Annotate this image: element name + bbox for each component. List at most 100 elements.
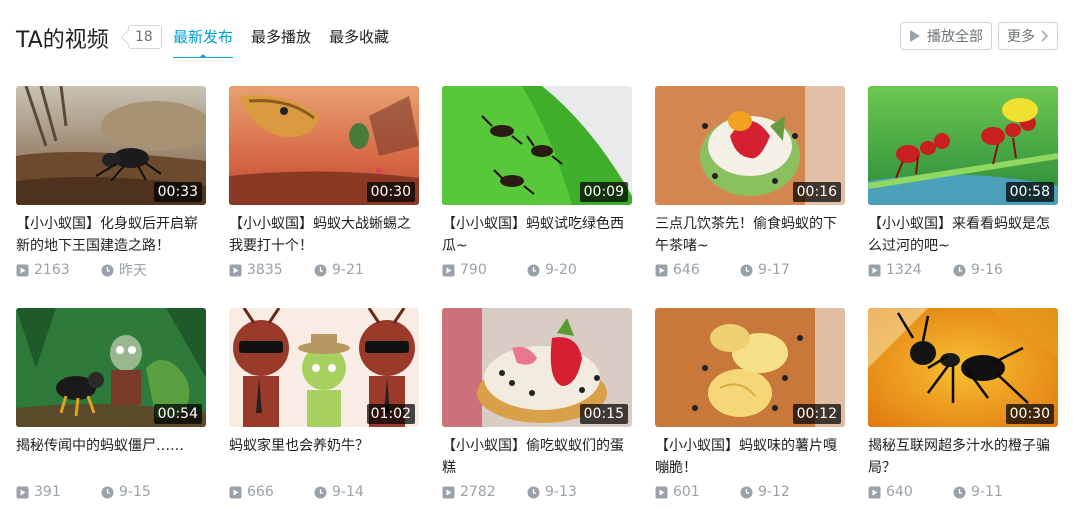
- publish-date: 9-15: [101, 484, 151, 500]
- play-count-value: 601: [673, 484, 700, 500]
- play-count-icon: [655, 264, 668, 276]
- tab-most-played[interactable]: 最多播放: [251, 26, 311, 58]
- publish-date: 9-16: [953, 262, 1003, 278]
- video-card[interactable]: 00:16 三点几饮茶先！偷食蚂蚁的下午茶啫~ 646 9-17: [655, 86, 845, 279]
- more-button[interactable]: 更多: [998, 22, 1058, 50]
- more-label: 更多: [1007, 29, 1035, 45]
- publish-date-value: 9-15: [119, 484, 151, 500]
- duration-badge: 00:33: [153, 182, 202, 202]
- video-thumbnail[interactable]: 00:58: [868, 86, 1058, 205]
- publish-date-value: 9-12: [758, 484, 790, 500]
- video-title[interactable]: 【小小蚁国】化身蚁后开启崭新的地下王国建造之路！: [16, 213, 206, 257]
- play-count-value: 1324: [886, 262, 922, 278]
- play-count-value: 2782: [460, 484, 496, 500]
- video-section-header: TA的视频 18 最新发布 最多播放 最多收藏 播放全部 更多: [16, 18, 1058, 58]
- video-title[interactable]: 【小小蚁国】蚂蚁味的薯片嘎嘣脆！: [655, 435, 845, 479]
- publish-date-value: 9-13: [545, 484, 577, 500]
- play-count-value: 3835: [247, 262, 283, 278]
- video-meta: 646 9-17: [655, 261, 845, 279]
- video-card[interactable]: 00:30 【小小蚁国】蚂蚁大战蜥蜴之我要打十个！ 3835 9-21: [229, 86, 419, 279]
- video-thumbnail[interactable]: 00:54: [16, 308, 206, 427]
- play-icon: [910, 30, 920, 42]
- video-thumbnail[interactable]: 00:30: [229, 86, 419, 205]
- play-count-value: 391: [34, 484, 61, 500]
- video-card[interactable]: 00:12 【小小蚁国】蚂蚁味的薯片嘎嘣脆！ 601 9-12: [655, 308, 845, 501]
- play-count: 640: [868, 484, 953, 500]
- play-count-icon: [229, 486, 242, 498]
- play-count: 666: [229, 484, 314, 500]
- play-count: 2782: [442, 484, 527, 500]
- publish-date: 9-14: [314, 484, 364, 500]
- video-title[interactable]: 揭秘互联网超多汁水的橙子骗局？: [868, 435, 1058, 479]
- video-title[interactable]: 【小小蚁国】蚂蚁大战蜥蜴之我要打十个！: [229, 213, 419, 257]
- video-meta: 1324 9-16: [868, 261, 1058, 279]
- clock-icon: [953, 486, 966, 498]
- video-thumbnail[interactable]: 00:16: [655, 86, 845, 205]
- play-count: 1324: [868, 262, 953, 278]
- publish-date-value: 9-17: [758, 262, 790, 278]
- video-card[interactable]: 00:58 【小小蚁国】来看看蚂蚁是怎么过河的吧~ 1324 9-16: [868, 86, 1058, 279]
- video-card[interactable]: 00:54 揭秘传闻中的蚂蚁僵尸…… 391 9-15: [16, 308, 206, 501]
- publish-date-value: 9-16: [971, 262, 1003, 278]
- video-title[interactable]: 【小小蚁国】来看看蚂蚁是怎么过河的吧~: [868, 213, 1058, 257]
- play-all-label: 播放全部: [927, 29, 983, 45]
- play-count-icon: [16, 486, 29, 498]
- play-count: 3835: [229, 262, 314, 278]
- play-count-value: 640: [886, 484, 913, 500]
- video-meta: 2782 9-13: [442, 483, 632, 501]
- play-count-icon: [868, 486, 881, 498]
- play-count-icon: [229, 264, 242, 276]
- video-title[interactable]: 蚂蚁家里也会养奶牛？: [229, 435, 419, 479]
- clock-icon: [314, 264, 327, 276]
- play-count: 2163: [16, 262, 101, 278]
- publish-date-value: 9-21: [332, 262, 364, 278]
- duration-badge: 00:30: [366, 182, 415, 202]
- publish-date: 9-11: [953, 484, 1003, 500]
- video-card[interactable]: 00:09 【小小蚁国】蚂蚁试吃绿色西瓜~ 790 9-20: [442, 86, 632, 279]
- chevron-right-icon: [1041, 30, 1049, 42]
- duration-badge: 00:16: [792, 182, 841, 202]
- video-title[interactable]: 【小小蚁国】蚂蚁试吃绿色西瓜~: [442, 213, 632, 257]
- video-card[interactable]: 00:30 揭秘互联网超多汁水的橙子骗局？ 640 9-11: [868, 308, 1058, 501]
- clock-icon: [101, 486, 114, 498]
- video-card[interactable]: 00:15 【小小蚁国】偷吃蚁蚁们的蛋糕 2782 9-13: [442, 308, 632, 501]
- duration-badge: 00:15: [579, 404, 628, 424]
- play-count-value: 646: [673, 262, 700, 278]
- video-meta: 2163 昨天: [16, 261, 206, 279]
- publish-date-value: 9-14: [332, 484, 364, 500]
- video-title[interactable]: 三点几饮茶先！偷食蚂蚁的下午茶啫~: [655, 213, 845, 257]
- video-thumbnail[interactable]: 00:33: [16, 86, 206, 205]
- section-title: TA的视频: [16, 28, 109, 53]
- publish-date-value: 昨天: [119, 263, 147, 279]
- video-meta: 391 9-15: [16, 483, 206, 501]
- play-count-value: 666: [247, 484, 274, 500]
- play-count-icon: [442, 264, 455, 276]
- sort-tabs: 最新发布 最多播放 最多收藏: [173, 26, 389, 58]
- play-count-icon: [442, 486, 455, 498]
- duration-badge: 00:09: [579, 182, 628, 202]
- video-title[interactable]: 【小小蚁国】偷吃蚁蚁们的蛋糕: [442, 435, 632, 479]
- tab-latest[interactable]: 最新发布: [173, 26, 234, 58]
- play-count: 790: [442, 262, 527, 278]
- video-thumbnail[interactable]: 01:02: [229, 308, 419, 427]
- header-actions: 播放全部 更多: [900, 22, 1058, 50]
- clock-icon: [740, 264, 753, 276]
- video-card[interactable]: 00:33 【小小蚁国】化身蚁后开启崭新的地下王国建造之路！ 2163 昨天: [16, 86, 206, 279]
- video-meta: 601 9-12: [655, 483, 845, 501]
- video-card[interactable]: 01:02 蚂蚁家里也会养奶牛？ 666 9-14: [229, 308, 419, 501]
- play-count: 601: [655, 484, 740, 500]
- play-all-button[interactable]: 播放全部: [900, 22, 992, 50]
- video-thumbnail[interactable]: 00:09: [442, 86, 632, 205]
- duration-badge: 00:12: [792, 404, 841, 424]
- publish-date: 9-17: [740, 262, 790, 278]
- tab-most-favorited[interactable]: 最多收藏: [329, 26, 389, 58]
- video-thumbnail[interactable]: 00:30: [868, 308, 1058, 427]
- video-thumbnail[interactable]: 00:12: [655, 308, 845, 427]
- play-count-value: 2163: [34, 262, 70, 278]
- publish-date: 昨天: [101, 260, 147, 280]
- video-thumbnail[interactable]: 00:15: [442, 308, 632, 427]
- publish-date-value: 9-20: [545, 262, 577, 278]
- publish-date-value: 9-11: [971, 484, 1003, 500]
- video-title[interactable]: 揭秘传闻中的蚂蚁僵尸……: [16, 435, 206, 479]
- clock-icon: [527, 486, 540, 498]
